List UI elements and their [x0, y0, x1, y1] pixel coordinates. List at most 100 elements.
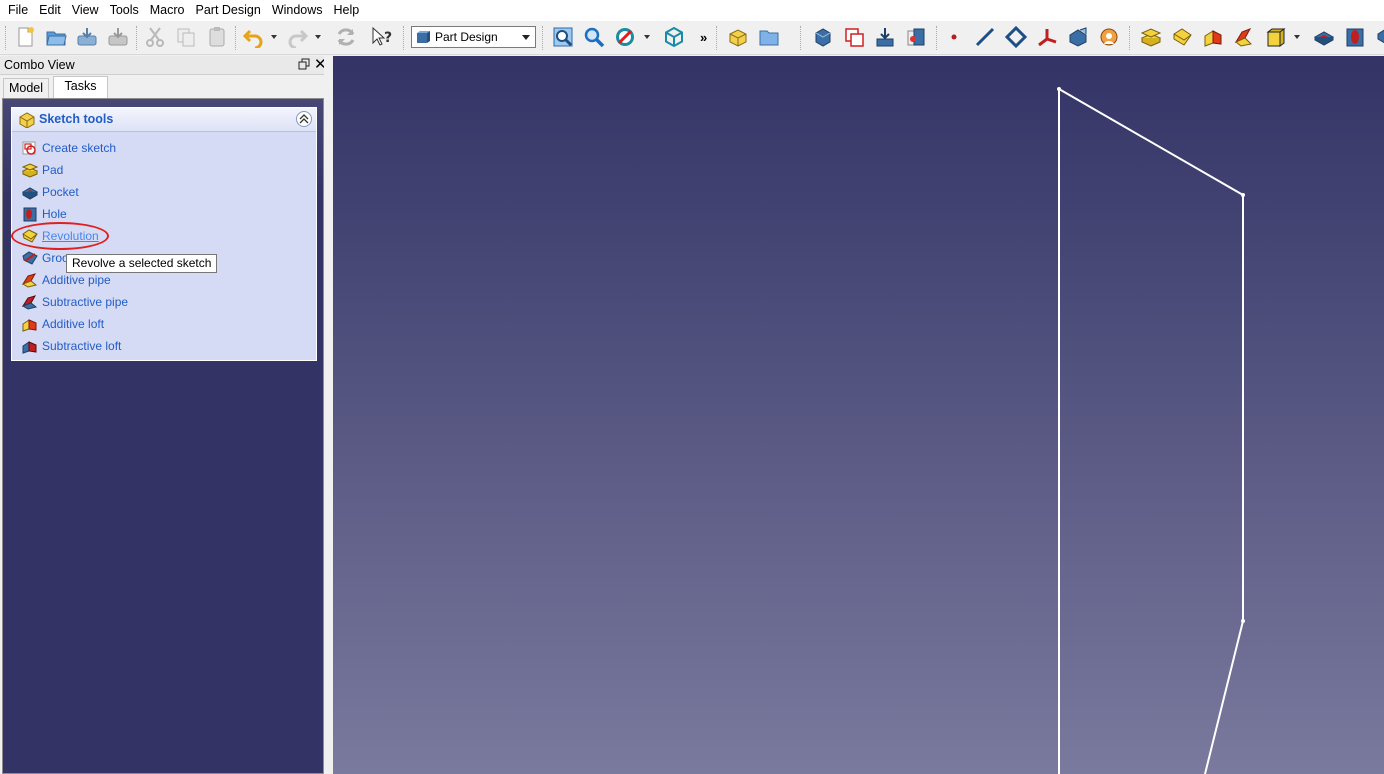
pad-toolbar-button[interactable] [1138, 24, 1164, 50]
additive-loft-icon [1204, 30, 1222, 47]
whats-this-icon: ? [372, 26, 392, 46]
new-document-icon [18, 27, 34, 47]
macro-button[interactable] [1096, 24, 1122, 50]
sketch-profile-line[interactable] [1058, 88, 1244, 774]
menu-file[interactable]: File [0, 0, 33, 21]
revolution-icon [1173, 28, 1192, 46]
fit-selection-button[interactable] [581, 24, 607, 50]
datum-line-icon [975, 27, 995, 47]
sketch-vertex[interactable] [1241, 193, 1245, 197]
tab-tasks[interactable]: Tasks [53, 76, 108, 98]
toolbar-separator [403, 26, 405, 50]
datum-plane-button[interactable] [1003, 24, 1029, 50]
isometric-view-button[interactable] [661, 24, 687, 50]
fit-all-button[interactable] [550, 24, 576, 50]
attachment-button[interactable] [1065, 24, 1091, 50]
main-toolbar: ? Part Design » [0, 21, 1384, 55]
fit-all-icon [553, 27, 573, 47]
3d-view[interactable] [333, 56, 1384, 774]
additive-loft-icon [22, 319, 37, 332]
pocket-icon [22, 187, 38, 200]
refresh-button[interactable] [333, 24, 359, 50]
tab-model[interactable]: Model [3, 78, 49, 98]
menu-edit[interactable]: Edit [35, 0, 66, 21]
task-additive-loft[interactable]: Additive loft [22, 314, 104, 334]
menu-help[interactable]: Help [330, 0, 365, 21]
task-label: Additive pipe [42, 273, 111, 287]
clone-button[interactable] [841, 24, 867, 50]
toolbar-separator [800, 26, 802, 50]
draw-style-dropdown-arrow[interactable] [644, 35, 650, 39]
draw-style-button[interactable] [612, 24, 638, 50]
task-pad[interactable]: Pad [22, 160, 63, 180]
task-create-sketch[interactable]: Create sketch [22, 138, 116, 158]
additive-primitive-dropdown-arrow[interactable] [1294, 35, 1300, 39]
datum-point-button[interactable] [941, 24, 967, 50]
tooltip: Revolve a selected sketch [66, 254, 218, 273]
part-folder-icon [759, 30, 779, 46]
menu-tools[interactable]: Tools [106, 0, 144, 21]
paste-button[interactable] [204, 24, 230, 50]
float-panel-icon[interactable] [298, 58, 310, 70]
copy-button[interactable] [173, 24, 199, 50]
create-body-button[interactable] [725, 24, 751, 50]
undo-button[interactable] [241, 24, 267, 50]
redo-dropdown-arrow[interactable] [315, 35, 321, 39]
paste-icon [209, 27, 225, 47]
open-folder-icon [46, 31, 67, 46]
sketch-vertex[interactable] [1057, 87, 1061, 91]
additive-pipe-toolbar-button[interactable] [1231, 24, 1257, 50]
subtractive-loft-icon [22, 341, 37, 354]
whats-this-button[interactable]: ? [369, 24, 395, 50]
undo-dropdown-arrow[interactable] [271, 35, 277, 39]
macro-icon [1100, 28, 1118, 46]
cut-button[interactable] [142, 24, 168, 50]
subtractive-pipe-icon [22, 295, 38, 310]
workbench-selector[interactable]: Part Design [411, 26, 536, 48]
sketch-vertex[interactable] [1241, 619, 1245, 623]
menu-part-design[interactable]: Part Design [192, 0, 266, 21]
body-icon [729, 29, 747, 47]
new-document-button[interactable] [12, 24, 38, 50]
menu-windows[interactable]: Windows [268, 0, 328, 21]
task-hole[interactable]: Hole [22, 204, 67, 224]
save-as-button[interactable] [105, 24, 131, 50]
toolbar-separator [542, 26, 544, 50]
revolution-toolbar-button[interactable] [1169, 24, 1195, 50]
additive-primitive-toolbar-button[interactable] [1262, 24, 1288, 50]
task-label: Create sketch [42, 141, 117, 155]
hole-toolbar-button[interactable] [1342, 24, 1368, 50]
create-part-button[interactable] [756, 24, 782, 50]
attachment-icon [1069, 27, 1087, 47]
pocket-toolbar-button[interactable] [1311, 24, 1337, 50]
open-button[interactable] [43, 24, 69, 50]
shape-binder-button[interactable] [810, 24, 836, 50]
menu-macro[interactable]: Macro [146, 0, 190, 21]
groove-toolbar-button[interactable] [1373, 24, 1384, 50]
additive-pipe-icon [22, 273, 38, 288]
menu-view[interactable]: View [68, 0, 104, 21]
workbench-selector-value: Part Design [435, 30, 498, 44]
task-subtractive-pipe[interactable]: Subtractive pipe [22, 292, 128, 312]
datum-point-icon [951, 34, 957, 40]
collapse-button[interactable] [296, 111, 312, 127]
save-button[interactable] [74, 24, 100, 50]
sub-shape-binder-button[interactable] [872, 24, 898, 50]
groove-icon [1377, 29, 1384, 44]
reference-button[interactable] [903, 24, 929, 50]
task-pocket[interactable]: Pocket [22, 182, 79, 202]
toolbar-separator [136, 26, 138, 50]
task-subtractive-loft[interactable]: Subtractive loft [22, 336, 121, 356]
combo-view-panel: Combo View ✕ Model Tasks Sketch tools Cr… [0, 56, 329, 774]
redo-button[interactable] [284, 24, 310, 50]
chevron-down-icon [522, 35, 530, 40]
task-additive-pipe[interactable]: Additive pipe [22, 270, 111, 290]
refresh-icon [337, 28, 355, 46]
coordinate-system-icon [1038, 29, 1057, 47]
additive-loft-toolbar-button[interactable] [1200, 24, 1226, 50]
datum-line-button[interactable] [972, 24, 998, 50]
local-coordinate-system-button[interactable] [1034, 24, 1060, 50]
task-label: Pocket [42, 185, 79, 199]
panel-splitter[interactable] [324, 56, 333, 774]
toolbar-more-chevron[interactable]: » [700, 30, 707, 45]
